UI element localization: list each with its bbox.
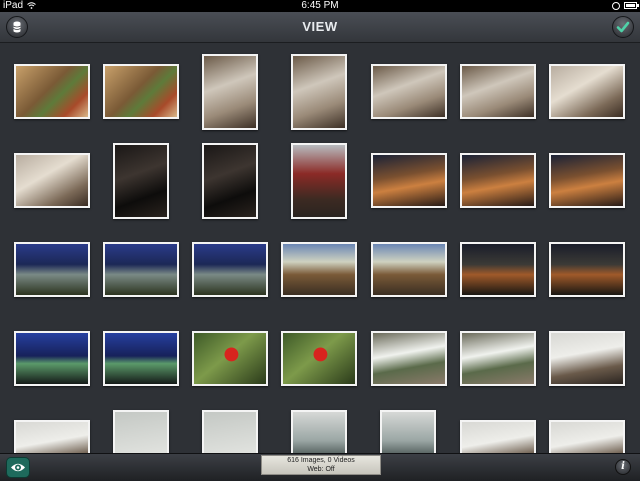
rotation-lock-icon — [612, 2, 620, 10]
web-status: Web: Off — [307, 465, 335, 473]
photo-thumbnail[interactable] — [202, 54, 258, 130]
photo-thumbnail[interactable] — [103, 64, 179, 119]
navigation-bar: VIEW — [0, 12, 640, 43]
page-title: VIEW — [302, 19, 338, 34]
photo-thumbnail[interactable] — [14, 331, 90, 386]
photo-thumbnail[interactable] — [549, 64, 625, 119]
photo-thumbnail[interactable] — [549, 420, 625, 453]
photo-thumbnail[interactable] — [549, 242, 625, 297]
info-icon: i — [621, 461, 625, 472]
photo-thumbnail[interactable] — [103, 242, 179, 297]
photo-thumbnail[interactable] — [371, 242, 447, 297]
library-summary: 616 Images, 0 Videos — [287, 457, 355, 464]
done-button[interactable] — [612, 16, 634, 38]
photo-thumbnail[interactable] — [202, 143, 258, 219]
photo-thumbnail[interactable] — [549, 331, 625, 386]
photo-thumbnail[interactable] — [281, 331, 357, 386]
photo-thumbnail[interactable] — [192, 242, 268, 297]
photo-thumbnail[interactable] — [549, 153, 625, 208]
photo-thumbnail[interactable] — [460, 64, 536, 119]
photo-thumbnail[interactable] — [371, 153, 447, 208]
checkmark-icon — [616, 21, 630, 33]
view-toggle-button[interactable] — [6, 457, 30, 478]
library-status: 616 Images, 0 Videos Web: Off — [261, 455, 381, 475]
clock: 6:45 PM — [301, 0, 339, 11]
photo-thumbnail[interactable] — [460, 242, 536, 297]
photo-thumbnail[interactable] — [281, 242, 357, 297]
photo-thumbnail[interactable] — [14, 153, 90, 208]
photo-thumbnail[interactable] — [291, 54, 347, 130]
photo-thumbnail[interactable] — [460, 331, 536, 386]
photo-thumbnail[interactable] — [291, 410, 347, 453]
photo-thumbnail[interactable] — [202, 410, 258, 453]
photo-thumbnail[interactable] — [371, 64, 447, 119]
photo-thumbnail[interactable] — [460, 153, 536, 208]
photo-thumbnail[interactable] — [291, 143, 347, 219]
photo-thumbnail[interactable] — [371, 331, 447, 386]
status-bar: iPad 6:45 PM — [0, 0, 640, 12]
photo-thumbnail[interactable] — [14, 242, 90, 297]
photo-thumbnail[interactable] — [460, 420, 536, 453]
photo-grid — [0, 43, 640, 453]
photo-thumbnail[interactable] — [192, 331, 268, 386]
eye-icon — [11, 463, 25, 472]
info-button[interactable]: i — [615, 459, 631, 475]
photo-thumbnail[interactable] — [14, 64, 90, 119]
photo-thumbnail[interactable] — [14, 420, 90, 453]
photo-thumbnail[interactable] — [113, 410, 169, 453]
photo-thumbnail[interactable] — [113, 143, 169, 219]
bottom-toolbar: 616 Images, 0 Videos Web: Off i — [0, 453, 640, 481]
battery-icon — [624, 2, 639, 9]
photo-thumbnail[interactable] — [103, 331, 179, 386]
photo-thumbnail[interactable] — [380, 410, 436, 453]
